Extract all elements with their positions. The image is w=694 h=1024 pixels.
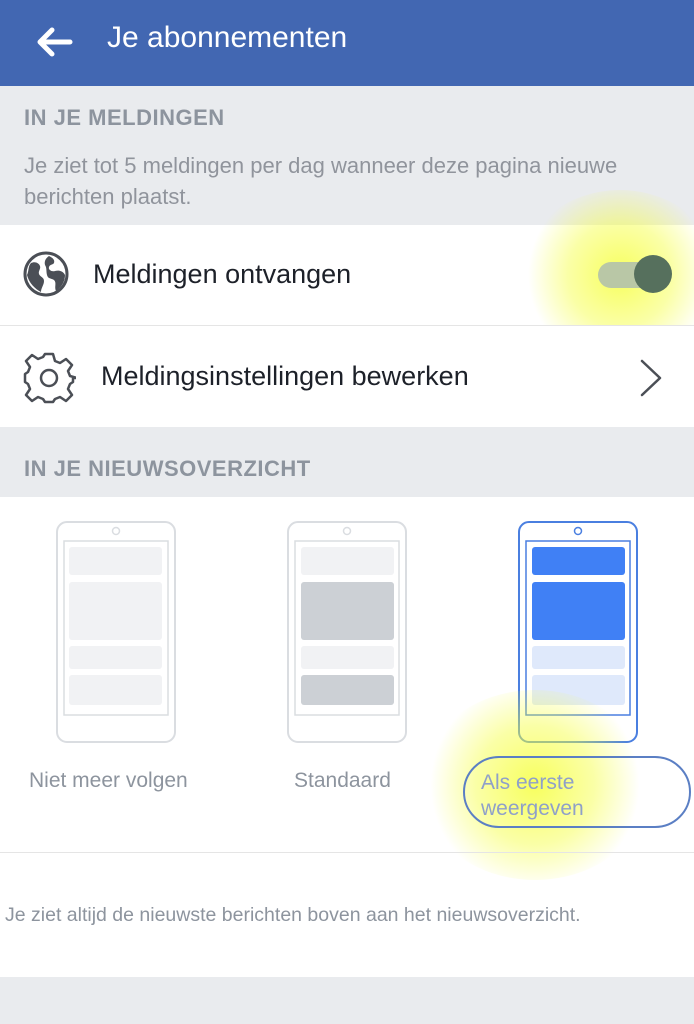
option-default-label[interactable]: Standaard bbox=[294, 769, 391, 793]
globe-icon bbox=[23, 251, 69, 297]
default-option-phone[interactable] bbox=[286, 520, 408, 744]
arrow-left-icon[interactable] bbox=[34, 24, 74, 60]
see-first-option-button[interactable]: Als eerste weergeven bbox=[463, 756, 691, 828]
receive-notifications-label: Meldingen ontvangen bbox=[93, 259, 352, 289]
option-see-first-label: Als eerste weergeven bbox=[481, 771, 584, 820]
newsfeed-divider bbox=[0, 852, 694, 853]
unfollow-option-phone[interactable] bbox=[55, 520, 177, 744]
notifications-description: Je ziet tot 5 meldingen per dag wanneer … bbox=[24, 153, 618, 209]
option-unfollow-label[interactable]: Niet meer volgen bbox=[29, 769, 188, 793]
gear-icon bbox=[23, 352, 76, 404]
notification-settings-label: Meldingsinstellingen bewerken bbox=[101, 361, 469, 391]
section-title-newsfeed: IN JE NIEUWSOVERZICHT bbox=[24, 456, 311, 481]
chevron-right-icon[interactable] bbox=[638, 358, 666, 398]
toggle-knob[interactable] bbox=[634, 255, 672, 293]
app-header: Je abonnementen bbox=[0, 0, 694, 86]
see-first-option-phone[interactable] bbox=[517, 520, 639, 744]
page-title: Je abonnementen bbox=[107, 21, 348, 54]
section-title-notifications: IN JE MELDINGEN bbox=[24, 105, 225, 130]
newsfeed-footnote: Je ziet altijd de nieuwste berichten bov… bbox=[5, 904, 581, 926]
